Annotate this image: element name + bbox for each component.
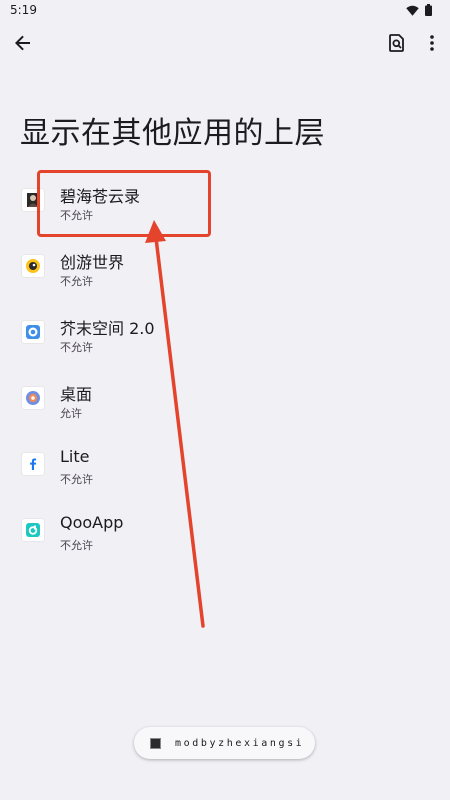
- app-name: 芥末空间 2.0: [60, 319, 155, 338]
- app-name: QooApp: [60, 513, 124, 532]
- app-list-item[interactable]: 芥末空间 2.0 不允许: [0, 300, 450, 366]
- app-icon-bihai: [22, 189, 44, 211]
- top-app-bar: [0, 24, 450, 64]
- back-button[interactable]: [10, 32, 36, 58]
- status-bar: 5:19: [0, 0, 450, 20]
- status-time: 5:19: [10, 3, 37, 17]
- search-settings-icon: [388, 34, 406, 56]
- page-title: 显示在其他应用的上层: [20, 116, 325, 151]
- app-icon-jiemo: [22, 321, 44, 343]
- app-permission-status: 不允许: [60, 473, 93, 486]
- app-icon-facebook-lite: [22, 453, 44, 475]
- app-permission-status: 允许: [60, 407, 82, 420]
- search-settings-button[interactable]: [384, 32, 410, 58]
- app-name: 碧海苍云录: [60, 187, 141, 206]
- app-icon-qooapp: [22, 519, 44, 541]
- app-logo-icon: [150, 737, 161, 749]
- app-list-item[interactable]: 创游世界 不允许: [0, 234, 450, 300]
- status-icons: [406, 1, 432, 20]
- app-list-item[interactable]: QooApp 不允许: [0, 498, 450, 564]
- app-name: 创游世界: [60, 253, 125, 272]
- app-list-item[interactable]: 碧海苍云录 不允许: [0, 168, 450, 234]
- app-list-item[interactable]: Lite 不允许: [0, 432, 450, 498]
- app-icon-launcher: [22, 387, 44, 409]
- app-permission-status: 不允许: [60, 275, 93, 288]
- app-permission-status: 不允许: [60, 209, 93, 222]
- app-permission-status: 不允许: [60, 539, 93, 552]
- app-name: Lite: [60, 447, 90, 466]
- arrow-back-icon: [14, 34, 32, 56]
- battery-icon: [425, 1, 432, 20]
- wifi-icon: [406, 1, 419, 20]
- toast: modbyzhexiangsi: [134, 727, 315, 759]
- toast-text: modbyzhexiangsi: [175, 737, 305, 749]
- more-vert-icon: [429, 35, 435, 55]
- more-options-button[interactable]: [419, 32, 445, 58]
- app-list-item[interactable]: 桌面 允许: [0, 366, 450, 432]
- app-list: 碧海苍云录 不允许 创游世界 不允许 芥末空间 2.0 不允许 桌面 允许 Li…: [0, 168, 450, 564]
- app-name: 桌面: [60, 385, 93, 404]
- app-icon-chuangyou: [22, 255, 44, 277]
- app-permission-status: 不允许: [60, 341, 93, 354]
